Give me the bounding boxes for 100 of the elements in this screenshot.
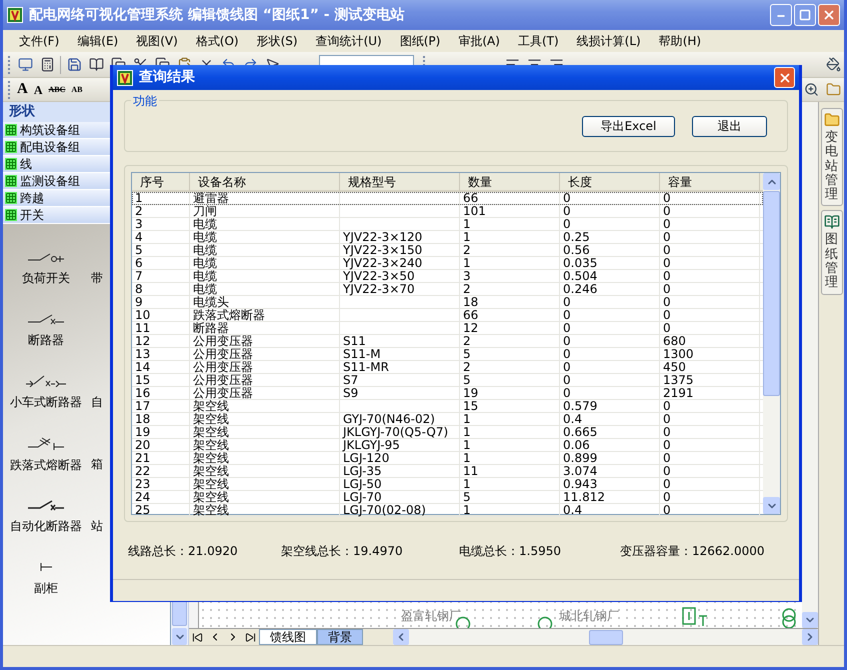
table-row[interactable]: 12 公用变压器 S11 2 0 680 [132,335,763,348]
table-cell: 0 [663,218,671,231]
table-row[interactable]: 8 电缆 YJV22-3×70 2 0.246 0 [132,283,763,296]
table-row[interactable]: 14 公用变压器 S11-MR 2 0 450 [132,361,763,374]
table-row[interactable]: 21 架空线 LGJ-120 1 0.899 0 [132,452,763,465]
format-button[interactable]: A [14,78,31,101]
scroll-thumb[interactable] [588,630,622,644]
shape-label[interactable]: 小车式断路器 [10,393,82,411]
table-row[interactable]: 6 电缆 YJV22-3×240 1 0.035 0 [132,257,763,270]
table-cell: 101 [463,205,486,218]
column-header[interactable]: 规格型号 [340,173,460,191]
shape-label[interactable]: 带 [91,269,103,287]
dialog-button[interactable]: 导出Excel [582,116,675,136]
table-cell: YJV22-3×50 [343,270,415,283]
side-tab[interactable]: 图纸管理 [820,210,842,295]
menu-item[interactable]: 查询统计(U) [308,32,390,50]
menu-item[interactable]: 形状(S) [248,32,306,50]
menu-item[interactable]: 审批(A) [450,32,508,50]
shape-label[interactable]: 站 [91,517,103,535]
table-cell: 0 [563,218,571,231]
close-button[interactable] [774,67,795,88]
table-row[interactable]: 19 架空线 JKLGYJ-70(Q5-Q7) 1 0.665 0 [132,426,763,439]
menu-item[interactable]: 图纸(P) [392,32,448,50]
shape-label[interactable]: 断路器 [28,331,64,349]
shape-label[interactable]: 副柜 [34,579,58,597]
table-row[interactable]: 16 公用变压器 S9 19 0 2191 [132,387,763,400]
table-row[interactable]: 3 电缆 1 0 0 [132,218,763,231]
table-cell: 0 [663,413,671,426]
table-cell: 12 [135,335,150,348]
folder-icon [824,112,840,128]
menu-item[interactable]: 格式(O) [188,32,247,50]
column-header[interactable]: 序号 [132,173,190,191]
close-button[interactable] [818,4,840,26]
format-button[interactable]: AB [68,84,86,96]
column-header[interactable]: 长度 [560,173,660,191]
table-cell: 断路器 [193,322,229,335]
table-cell: 450 [663,361,686,374]
table-cell: LGJ-50 [343,478,382,491]
table-cell: 18 [135,413,150,426]
last-page-icon [245,632,256,642]
format-button[interactable]: ABC [46,84,68,96]
shape-label[interactable]: 自动化断路器 [10,517,82,535]
shape-label[interactable]: 箱 [91,455,103,473]
table-row[interactable]: 2 刀闸 101 0 0 [132,205,763,218]
scroll-up-button[interactable] [763,173,780,190]
column-header[interactable]: 设备名称 [190,173,340,191]
scroll-down-button[interactable] [172,628,187,645]
table-row[interactable]: 5 电缆 YJV22-3×150 2 0.56 0 [132,244,763,257]
table-cell: 1 [463,504,471,517]
dialog-button[interactable]: 退出 [692,116,767,136]
table-cell: 0 [663,205,671,218]
table-row[interactable]: 9 电缆头 18 0 0 [132,296,763,309]
sheet-tab[interactable]: 馈线图 [259,629,317,645]
table-row[interactable]: 4 电缆 YJV22-3×120 1 0.25 0 [132,231,763,244]
scroll-down-button[interactable] [763,497,780,514]
column-header[interactable]: 容量 [660,173,760,191]
scroll-down-button[interactable] [802,612,818,628]
shape-label[interactable]: 跌落式熔断器 [10,456,82,474]
maximize-button[interactable] [794,4,816,26]
table-row[interactable]: 20 架空线 JKLGYJ-95 1 0.06 0 [132,439,763,452]
table-cell: 0 [563,322,571,335]
scroll-left-button[interactable] [393,629,409,645]
grid-icon [5,158,17,170]
menu-item[interactable]: 编辑(E) [69,32,126,50]
table-cell: 1 [463,257,471,270]
table-row[interactable]: 17 架空线 15 0.579 0 [132,400,763,413]
menu-item[interactable]: 帮助(H) [650,32,710,50]
menu-item[interactable]: 线损计算(L) [568,32,649,50]
table-cell: S9 [343,387,358,400]
table-cell: 2 [463,283,471,296]
shape-label[interactable]: 负荷开关 [22,269,70,287]
column-header[interactable]: 数量 [460,173,560,191]
table-row[interactable]: 18 架空线 GYJ-70(N46-02) 1 0.4 0 [132,413,763,426]
table-row[interactable]: 7 电缆 YJV22-3×50 3 0.504 0 [132,270,763,283]
table-cell: 1 [463,439,471,452]
table-row[interactable]: 11 断路器 12 0 0 [132,322,763,335]
sheet-tab[interactable]: 背景 [317,629,363,645]
table-row[interactable]: 10 跌落式熔断器 66 0 0 [132,309,763,322]
table-cell: 0 [663,192,671,205]
table-cell: 5 [463,491,471,504]
table-cell: 17 [135,400,150,413]
menu-item[interactable]: 文件(F) [11,32,68,50]
table-row[interactable]: 23 架空线 LGJ-50 1 0.943 0 [132,478,763,491]
minimize-button[interactable] [770,4,792,26]
table-cell: 0 [663,439,671,452]
table-row[interactable]: 15 公用变压器 S7 5 0 1375 [132,374,763,387]
shape-label[interactable]: 自 [91,393,103,411]
side-tab[interactable]: 变电站管理 [820,108,842,206]
table-cell: 0 [563,192,571,205]
scroll-right-button[interactable] [802,629,818,645]
table-row[interactable]: 22 架空线 LGJ-35 11 3.074 0 [132,465,763,478]
menu-item[interactable]: 工具(T) [510,32,567,50]
format-button[interactable]: A [30,80,46,98]
table-row[interactable]: 13 公用变压器 S11-M 5 0 1300 [132,348,763,361]
table-row[interactable]: 25 架空线 LGJ-70(02-08) 1 0.4 0 [132,504,763,517]
table-cell: S11-MR [343,361,389,374]
table-cell: 12 [463,322,478,335]
table-row[interactable]: 24 架空线 LGJ-70 5 11.812 0 [132,491,763,504]
menu-item[interactable]: 视图(V) [128,32,186,50]
scroll-thumb[interactable] [763,191,780,396]
